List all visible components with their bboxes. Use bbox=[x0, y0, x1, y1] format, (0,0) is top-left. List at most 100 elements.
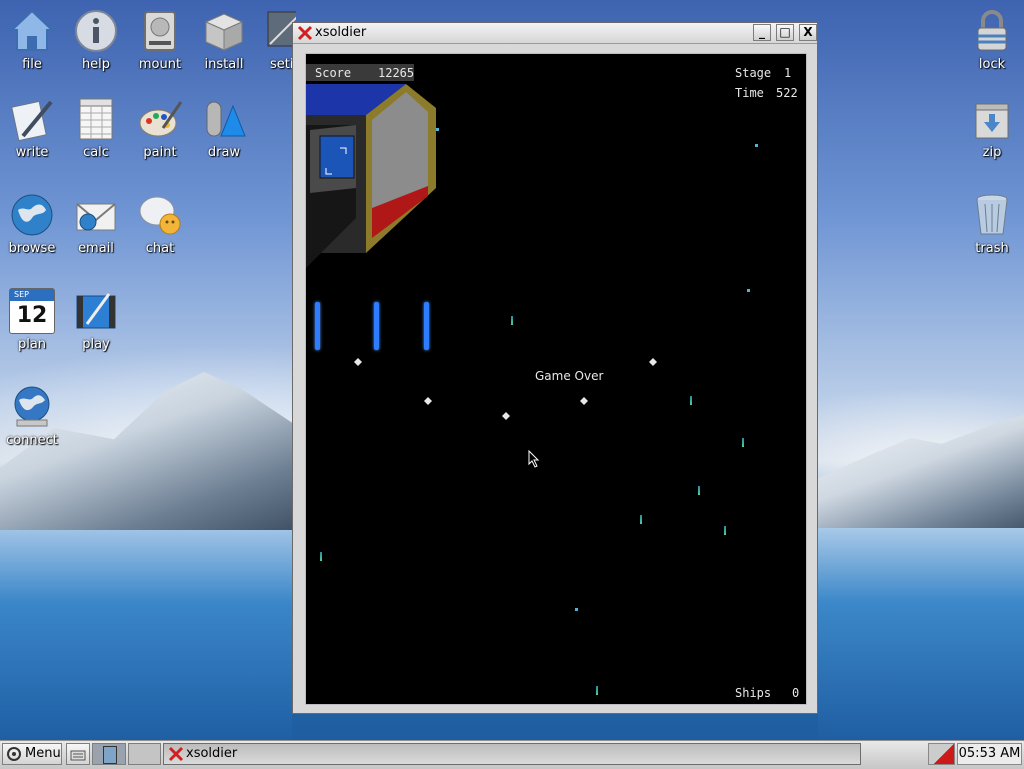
desktop-icon-browse[interactable]: browse bbox=[0, 192, 64, 256]
desktop-icon-email[interactable]: email bbox=[64, 192, 128, 256]
desktop-icon-label: help bbox=[81, 57, 111, 72]
media-player-icon bbox=[76, 293, 116, 329]
enemy-sprite bbox=[354, 358, 362, 366]
ships-label: Ships bbox=[735, 686, 772, 700]
game-canvas[interactable]: Score 12265 Stage 1 Time 522 Game Over S… bbox=[305, 53, 807, 705]
start-menu-button[interactable]: Menu bbox=[2, 743, 62, 765]
desktop-pager[interactable] bbox=[92, 743, 126, 765]
desktop-icon-plan[interactable]: SEP 12 plan bbox=[0, 288, 64, 352]
desktop-icon-install[interactable]: install bbox=[192, 8, 256, 72]
enemy-sprite bbox=[424, 397, 432, 405]
desktop-icon-label: play bbox=[82, 337, 110, 352]
envelope-icon bbox=[76, 203, 116, 231]
laser-beam bbox=[424, 302, 429, 350]
menu-gear-icon bbox=[7, 747, 21, 761]
taskbar-task-xsoldier[interactable]: xsoldier bbox=[163, 743, 861, 765]
desktop-icon-draw[interactable]: draw bbox=[192, 96, 256, 160]
minimize-button[interactable]: _ bbox=[753, 24, 771, 41]
enemy-bullet bbox=[596, 686, 598, 695]
palette-icon bbox=[139, 101, 183, 137]
pager-empty-slot[interactable] bbox=[128, 743, 161, 765]
stage-label: Stage bbox=[735, 66, 772, 80]
mouse-cursor-icon bbox=[528, 450, 540, 468]
keyboard-icon bbox=[70, 750, 86, 761]
background-star bbox=[575, 608, 578, 611]
desktop-icon-label: file bbox=[22, 57, 42, 72]
desktop-icon-label: seti bbox=[270, 57, 294, 72]
desktop-icon-play[interactable]: play bbox=[64, 288, 128, 352]
desktop-icon-label: lock bbox=[978, 57, 1006, 72]
desktop-icon-label: paint bbox=[143, 145, 177, 160]
close-button[interactable]: X bbox=[799, 24, 817, 41]
desktop-icon-label: connect bbox=[6, 433, 58, 448]
calendar-month: SEP bbox=[10, 289, 54, 301]
desktop-icon-zip[interactable]: zip bbox=[960, 96, 1024, 160]
seti-icon bbox=[267, 11, 296, 47]
calendar-icon: SEP 12 bbox=[9, 288, 55, 334]
desktop-icon-label: email bbox=[78, 241, 114, 256]
desktop-icon-lock[interactable]: lock bbox=[960, 8, 1024, 72]
window-titlebar[interactable]: xsoldier _ □ X bbox=[293, 23, 817, 44]
desktop-icon-label: mount bbox=[138, 57, 182, 72]
desktop-icon-label: calc bbox=[83, 145, 109, 160]
enemy-bullet bbox=[742, 438, 744, 447]
desktop-icon-label: plan bbox=[17, 337, 47, 352]
calendar-day: 12 bbox=[16, 303, 48, 328]
taskbar: Menu xsoldier 05:53 AM bbox=[0, 740, 1024, 769]
desktop-icon-label: chat bbox=[145, 241, 175, 256]
boss-fortress bbox=[306, 84, 436, 268]
desktop-icon-label: zip bbox=[982, 145, 1002, 160]
background-star bbox=[436, 128, 439, 131]
home-folder-icon bbox=[9, 9, 55, 51]
desktop-icon-help[interactable]: help bbox=[64, 8, 128, 72]
desktop-icon-file[interactable]: file bbox=[0, 8, 64, 72]
desktop-icon-label: install bbox=[204, 57, 244, 72]
x-app-icon bbox=[297, 25, 313, 41]
background-star bbox=[755, 144, 758, 147]
enemy-bullet bbox=[511, 316, 513, 325]
info-icon bbox=[75, 10, 117, 52]
trash-bin-icon bbox=[976, 194, 1008, 235]
package-box-icon bbox=[204, 13, 244, 51]
desktop-icon-label: draw bbox=[207, 145, 241, 160]
wallpaper-water-left bbox=[0, 530, 292, 740]
background-star bbox=[747, 289, 750, 292]
ships-value: 0 bbox=[792, 686, 800, 700]
chat-bubble-icon bbox=[139, 196, 181, 235]
quick-launch-button[interactable] bbox=[66, 743, 90, 765]
desktop-icon-label: trash bbox=[975, 241, 1009, 256]
archive-icon bbox=[975, 103, 1009, 139]
write-document-icon bbox=[11, 100, 53, 142]
desktop-icon-seti[interactable]: seti bbox=[256, 8, 296, 72]
enemy-bullet bbox=[698, 486, 700, 495]
system-tray-icon[interactable] bbox=[928, 743, 955, 765]
xsoldier-window[interactable]: xsoldier _ □ X Score 12265 Stage 1 Time … bbox=[292, 22, 818, 714]
laser-beam bbox=[315, 302, 320, 350]
enemy-bullet bbox=[320, 552, 322, 561]
desktop-icon-calc[interactable]: calc bbox=[64, 96, 128, 160]
desktop-icon-trash[interactable]: trash bbox=[960, 192, 1024, 256]
spreadsheet-icon bbox=[79, 98, 113, 140]
desktop-icon-label: write bbox=[15, 145, 49, 160]
desktop-icon-label: browse bbox=[8, 241, 56, 256]
taskbar-clock: 05:53 AM bbox=[957, 743, 1022, 765]
stage-value: 1 bbox=[784, 66, 792, 80]
enemy-sprite bbox=[649, 358, 657, 366]
x-app-icon bbox=[168, 746, 184, 762]
time-label: Time bbox=[735, 86, 764, 100]
enemy-sprite bbox=[502, 412, 510, 420]
task-label: xsoldier bbox=[186, 746, 238, 761]
enemy-bullet bbox=[640, 515, 642, 524]
enemy-bullet bbox=[724, 526, 726, 535]
time-value: 522 bbox=[776, 86, 798, 100]
desktop-icon-chat[interactable]: chat bbox=[128, 192, 192, 256]
desktop-icon-write[interactable]: write bbox=[0, 96, 64, 160]
laser-beam bbox=[374, 302, 379, 350]
pager-workspace[interactable] bbox=[103, 746, 117, 764]
desktop-icon-connect[interactable]: connect bbox=[0, 384, 64, 448]
wallpaper-water-right bbox=[818, 528, 1024, 740]
maximize-button[interactable]: □ bbox=[776, 24, 794, 41]
desktop-icon-paint[interactable]: paint bbox=[128, 96, 192, 160]
desktop-icon-mount[interactable]: mount bbox=[128, 8, 192, 72]
drive-icon bbox=[144, 11, 176, 51]
